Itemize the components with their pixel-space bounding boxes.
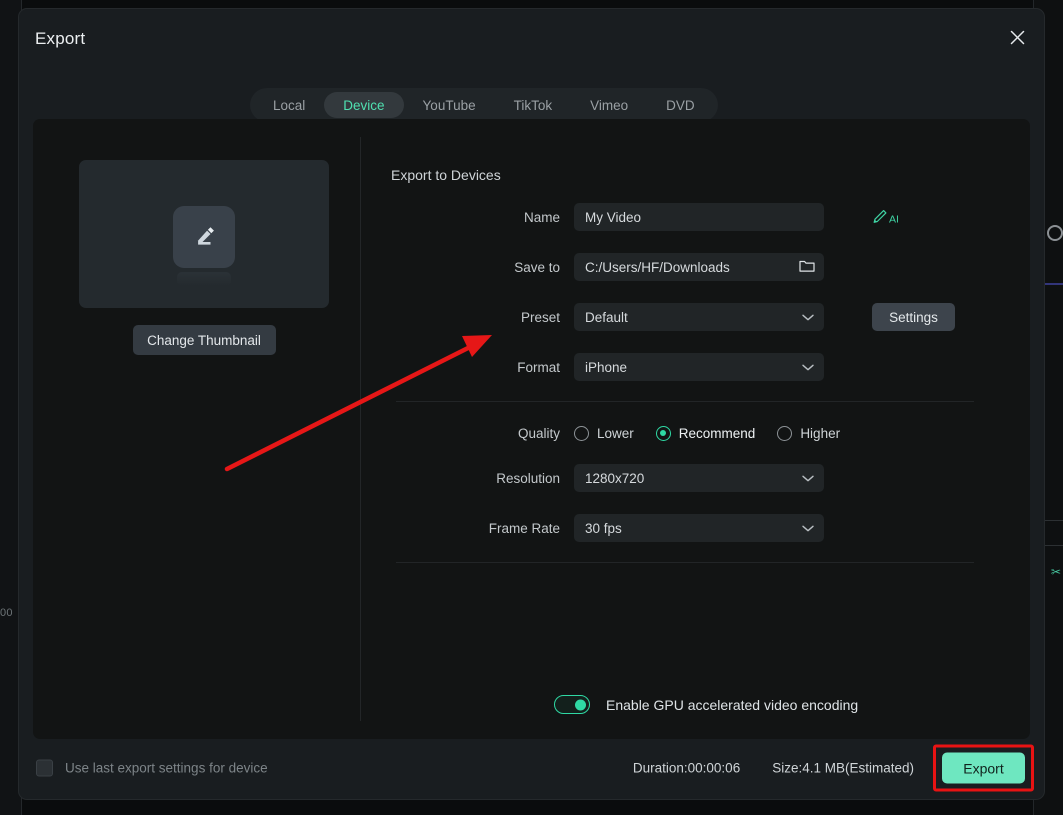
ai-name-button[interactable]: AI	[871, 209, 899, 226]
export-button[interactable]: Export	[942, 752, 1025, 784]
close-icon	[1010, 30, 1024, 44]
quality-option-recommend[interactable]: Recommend	[655, 425, 756, 441]
resolution-label: Resolution	[496, 470, 560, 486]
quality-label: Quality	[517, 425, 560, 441]
use-last-settings-checkbox[interactable]: Use last export settings for device	[36, 759, 268, 777]
preset-settings-button[interactable]: Settings	[872, 303, 955, 331]
quality-option-label: Lower	[597, 425, 634, 441]
save-to-row: Save to C:/Users/HF/Downloads	[374, 253, 824, 281]
edit-pencil-icon	[198, 227, 214, 245]
quality-row: Quality Lower Recommend Higher	[374, 419, 840, 447]
divider-bottom	[396, 562, 974, 563]
thumbnail-reflection	[177, 272, 231, 286]
frame-rate-row: Frame Rate 30 fps	[374, 514, 824, 542]
radio-icon	[574, 425, 589, 441]
preset-select[interactable]: Default	[574, 303, 824, 331]
gpu-toggle[interactable]	[554, 695, 590, 714]
format-row: Format iPhone	[374, 353, 824, 381]
close-button[interactable]	[1002, 22, 1032, 52]
dialog-footer: Use last export settings for device Dura…	[19, 737, 1044, 799]
export-settings-panel: Change Thumbnail Export to Devices Name …	[33, 119, 1030, 739]
resolution-row: Resolution 1280x720	[374, 464, 824, 492]
chevron-down-icon	[802, 310, 814, 325]
background-circle-icon	[1047, 225, 1063, 241]
thumbnail-section: Change Thumbnail	[79, 160, 329, 355]
dialog-header: Export	[19, 9, 1044, 77]
name-label: Name	[523, 209, 560, 225]
tab-device[interactable]: Device	[324, 92, 404, 118]
format-select[interactable]: iPhone	[574, 353, 824, 381]
preset-row: Preset Default Settings	[374, 303, 955, 331]
page-title: Export	[35, 29, 86, 48]
export-target-tabs: Local Device YouTube TikTok Vimeo DVD	[250, 88, 718, 122]
folder-icon	[799, 260, 815, 272]
export-dialog: Export Local Device YouTube TikTok Vimeo…	[18, 8, 1045, 800]
duration-text: Duration:00:00:06	[632, 760, 741, 776]
toggle-knob	[575, 699, 586, 710]
column-divider	[360, 137, 361, 721]
ai-pencil-icon	[873, 210, 887, 223]
use-last-settings-label: Use last export settings for device	[65, 760, 268, 776]
thumbnail-preview[interactable]	[79, 160, 329, 308]
export-form: Export to Devices Name My Video AI Save …	[374, 119, 1030, 739]
section-title: Export to Devices	[391, 167, 501, 183]
background-left-timecode: 00	[0, 607, 13, 619]
quality-option-higher[interactable]: Higher	[777, 425, 841, 441]
resolution-select[interactable]: 1280x720	[574, 464, 824, 492]
format-label: Format	[517, 359, 560, 375]
tab-tiktok[interactable]: TikTok	[495, 92, 572, 118]
export-button-highlight: Export	[933, 744, 1034, 792]
change-thumbnail-button[interactable]: Change Thumbnail	[132, 325, 276, 355]
name-row: Name My Video AI	[374, 203, 899, 231]
tab-dvd[interactable]: DVD	[647, 92, 714, 118]
quality-radio-group: Lower Recommend Higher	[574, 425, 841, 441]
export-meta: Duration:00:00:06 Size:4.1 MB(Estimated)	[633, 761, 914, 776]
background-scissors-icon: ✂	[1050, 565, 1061, 579]
divider-top	[396, 401, 974, 402]
save-to-label: Save to	[514, 259, 560, 275]
chevron-down-icon	[802, 471, 814, 486]
quality-option-label: Recommend	[678, 425, 756, 441]
ai-label: AI	[889, 213, 899, 225]
gpu-label: Enable GPU accelerated video encoding	[606, 696, 859, 713]
thumbnail-placeholder-icon-box	[173, 206, 235, 268]
tab-vimeo[interactable]: Vimeo	[571, 92, 647, 118]
quality-option-label: Higher	[800, 425, 841, 441]
radio-selected-icon	[655, 425, 671, 441]
tab-local[interactable]: Local	[254, 92, 324, 118]
frame-rate-select[interactable]: 30 fps	[574, 514, 824, 542]
quality-option-lower[interactable]: Lower	[574, 425, 634, 441]
frame-rate-label: Frame Rate	[488, 520, 560, 536]
checkbox-icon	[36, 759, 53, 777]
chevron-down-icon	[802, 360, 814, 375]
tab-youtube[interactable]: YouTube	[404, 92, 495, 118]
gpu-row: Enable GPU accelerated video encoding	[374, 695, 858, 714]
save-to-input[interactable]: C:/Users/HF/Downloads	[574, 253, 824, 281]
chevron-down-icon	[802, 521, 814, 536]
name-input[interactable]: My Video	[574, 203, 824, 231]
size-text: Size:4.1 MB(Estimated)	[772, 760, 914, 776]
radio-icon	[777, 425, 793, 441]
folder-browse-button[interactable]	[799, 259, 815, 276]
preset-label: Preset	[520, 309, 560, 325]
